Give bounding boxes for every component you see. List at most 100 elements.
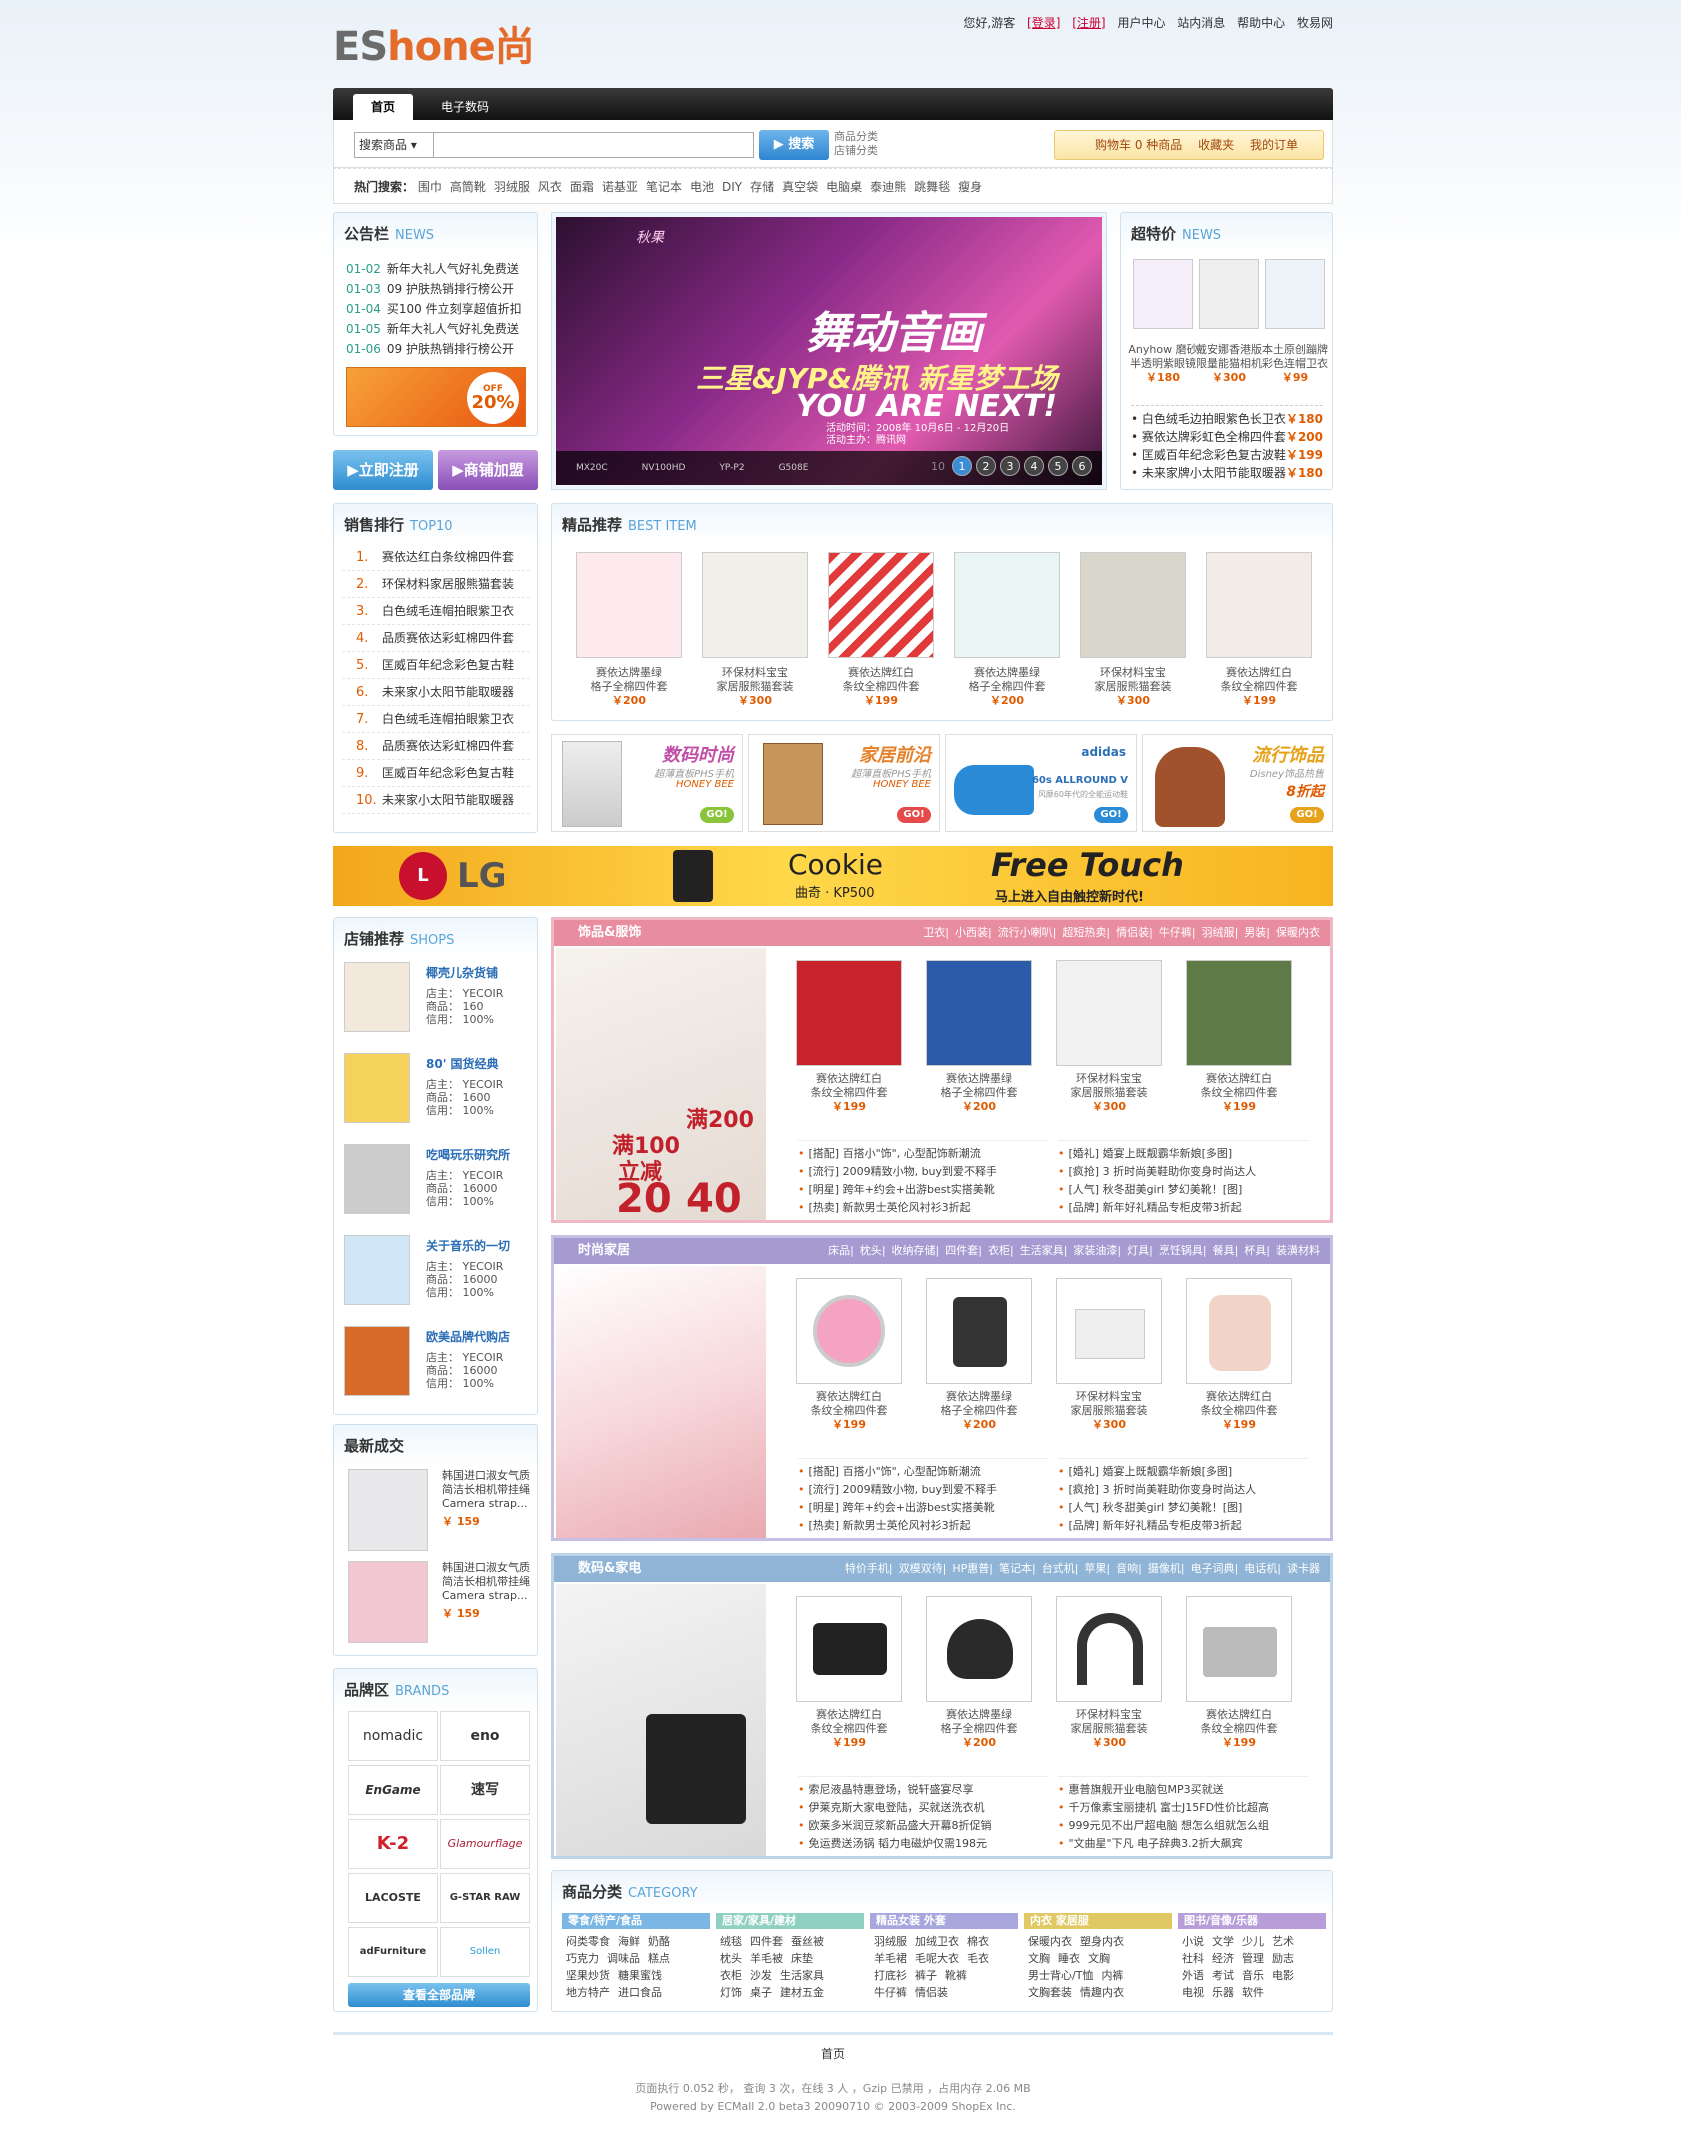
product-image[interactable] [702,552,808,658]
deal-item[interactable]: 韩国进口淑女气质简洁长相机带挂绳 Camera strap... ￥ 159 [442,1469,530,1529]
list-item[interactable]: [疯抢] 3 折时尚美鞋助你变身时尚达人 [1058,1163,1308,1181]
product-caption[interactable]: 赛依达牌红白 条纹全棉四件套 ￥199 [836,666,926,708]
list-item[interactable]: • 赛依达牌彩虹色全棉四件套 ￥200 [1131,428,1323,446]
user-center-link[interactable]: 用户中心 [1117,16,1165,30]
promo-box-home[interactable]: 家居前沿 超薄直板PHS手机 HONEY BEE GO! [748,734,940,832]
shop-card[interactable]: 吃喝玩乐研究所 店主： YECOIR 商品： 16000 信用： 100% [344,1144,530,1224]
product-caption[interactable]: 赛依达牌红白 条纹全棉四件套 ￥199 [804,1708,894,1750]
main-banner[interactable]: 秋果 舞动音画 三星&JYP&腾讯 新星梦工场 YOU ARE NEXT! 活动… [556,217,1102,485]
hot-term[interactable]: 风衣 [538,180,562,194]
goods-category-link[interactable]: 商品分类 [834,130,878,144]
list-item[interactable]: [热卖] 新款男士英伦风衬衫3折起 [798,1517,1048,1535]
product-caption[interactable]: 赛依达牌红白 条纹全棉四件套 ￥199 [1214,666,1304,708]
list-item[interactable]: 9. 匡威百年纪念彩色复古鞋 [342,760,530,787]
list-item[interactable]: 1. 赛依达红白条纹棉四件套 [342,544,530,571]
product-image[interactable] [1133,259,1193,329]
category-header[interactable]: 内衣 家居服 [1024,1913,1172,1929]
messages-link[interactable]: 站内消息 [1177,16,1225,30]
shop-card[interactable]: 椰壳儿杂货铺 店主： YECOIR 商品： 160 信用： 100% [344,962,530,1042]
list-item[interactable]: 免运费送汤锅 韬力电磁炉仅需198元 [798,1835,1048,1853]
section-link[interactable]: 双模双待 [899,1562,943,1575]
list-item[interactable]: 01-04 买100 件立刻享超值折扣 [346,299,531,319]
list-item[interactable]: • 未来家牌小太阳节能取暖器 ￥180 [1131,464,1323,482]
brand-logo[interactable]: nomadic [348,1711,438,1761]
section-link[interactable]: 笔记本 [999,1562,1032,1575]
section-link[interactable]: 保暖内衣 [1276,926,1320,939]
hot-term[interactable]: 跳舞毯 [914,180,950,194]
lg-ad-banner[interactable]: L LG Cookie 曲奇 · KP500 Free Touch 马上进入自由… [333,846,1333,906]
tab-electronics[interactable]: 电子数码 [423,94,507,120]
list-item[interactable]: [婚礼] 婚宴上既靓霸华新娘[多图] [1058,1145,1308,1163]
section-link[interactable]: 电子词典 [1191,1562,1235,1575]
hot-term[interactable]: 泰迪熊 [870,180,906,194]
section-link[interactable]: 收纳存储 [892,1244,936,1257]
section-link[interactable]: 读卡器 [1287,1562,1320,1575]
list-item[interactable]: [明星] 跨年+约会+出游best实搭美靴 [798,1181,1048,1199]
list-item[interactable]: [疯抢] 3 折时尚美鞋助你变身时尚达人 [1058,1481,1308,1499]
brand-logo[interactable]: EnGame [348,1765,438,1815]
section-link[interactable]: 苹果 [1084,1562,1106,1575]
page-dot[interactable]: 1 [952,456,972,476]
product-caption[interactable]: 赛依达牌红白 条纹全棉四件套 ￥199 [804,1390,894,1432]
list-item[interactable]: [品牌] 新年好礼精品专柜皮带3折起 [1058,1199,1308,1217]
product-image[interactable] [926,1278,1032,1384]
list-item[interactable]: 惠普旗舰开业电脑包MP3买就送 [1058,1781,1308,1799]
product-image[interactable] [828,552,934,658]
list-item[interactable]: 01-02 新年大礼人气好礼免费送 [346,259,531,279]
product-caption[interactable]: 环保材料宝宝 家居服熊猫套装 ￥300 [1064,1072,1154,1114]
product-caption[interactable]: 赛依达牌红白 条纹全棉四件套 ￥199 [1194,1390,1284,1432]
register-link[interactable]: [注册] [1072,16,1105,30]
product-caption[interactable]: 赛依达牌红白 条纹全棉四件套 ￥199 [804,1072,894,1114]
section-link[interactable]: 音响 [1116,1562,1138,1575]
product-image[interactable] [1206,552,1312,658]
product-caption[interactable]: 赛依达牌红白 条纹全棉四件套 ￥199 [1194,1708,1284,1750]
section-link[interactable]: 牛仔裤 [1159,926,1192,939]
fashion-promo-image[interactable]: 满100 满200 立减 20 40 [556,948,766,1220]
cart-link[interactable]: 购物车 0 种商品 [1095,138,1182,152]
list-item[interactable]: 10. 未来家小太阳节能取暖器 [342,787,530,814]
section-link[interactable]: 小西装 [955,926,988,939]
section-link[interactable]: 男装 [1244,926,1266,939]
product-caption[interactable]: 赛依达牌墨绿 格子全棉四件套 ￥200 [934,1390,1024,1432]
list-item[interactable]: 3. 白色绒毛连帽拍眼紫卫衣 [342,598,530,625]
search-input[interactable] [434,132,754,158]
section-link[interactable]: 装潢材料 [1276,1244,1320,1257]
list-item[interactable]: [搭配] 百搭小"饰", 心型配饰新潮流 [798,1145,1048,1163]
product-image[interactable] [1199,259,1259,329]
login-link[interactable]: [登录] [1027,16,1060,30]
section-link[interactable]: 枕头 [860,1244,882,1257]
product-image[interactable] [796,960,902,1066]
help-link[interactable]: 帮助中心 [1237,16,1285,30]
section-link[interactable]: 情侣装 [1116,926,1149,939]
go-button[interactable]: GO! [700,807,734,823]
product-image[interactable] [1186,1596,1292,1702]
promo-banner[interactable]: OFF 20% [346,367,526,427]
list-item[interactable]: 伊莱克斯大家电登陆，买就送洗衣机 [798,1799,1048,1817]
product-caption[interactable]: 赛依达牌墨绿 格子全棉四件套 ￥200 [934,1708,1024,1750]
product-caption[interactable]: 环保材料宝宝 家居服熊猫套装 ￥300 [1064,1390,1154,1432]
list-item[interactable]: • 匡威百年纪念彩色复古波鞋 ￥199 [1131,446,1323,464]
network-link[interactable]: 牧易网 [1297,16,1333,30]
list-item[interactable]: 01-06 09 护肤热销排行榜公开 [346,339,531,359]
section-link[interactable]: 摄像机 [1148,1562,1181,1575]
category-header[interactable]: 居家/家具/建材 [716,1913,864,1929]
page-dot[interactable]: 3 [1000,456,1020,476]
list-item[interactable]: [品牌] 新年好礼精品专柜皮带3折起 [1058,1517,1308,1535]
hot-term[interactable]: 笔记本 [646,180,682,194]
brand-logo[interactable]: 速写 [440,1765,530,1815]
product-caption[interactable]: 赛依达牌墨绿 格子全棉四件套 ￥200 [934,1072,1024,1114]
brand-logo[interactable]: Sollen [440,1927,530,1977]
product-caption[interactable]: 环保材料宝宝 家居服熊猫套装 ￥300 [710,666,800,708]
list-item[interactable]: [流行] 2009精致小物, buy到爱不释手 [798,1163,1048,1181]
favorites-link[interactable]: 收藏夹 [1198,138,1234,152]
product-image[interactable] [796,1596,902,1702]
footer-home-link[interactable]: 首页 [333,2045,1333,2062]
product-image[interactable] [926,960,1032,1066]
list-item[interactable]: 8. 品质赛依达彩虹棉四件套 [342,733,530,760]
hot-term[interactable]: DIY [722,180,742,194]
list-item[interactable]: [人气] 秋冬甜美girl 梦幻美靴！[图] [1058,1499,1308,1517]
page-dot[interactable]: 2 [976,456,996,476]
list-item[interactable]: [人气] 秋冬甜美girl 梦幻美靴！[图] [1058,1181,1308,1199]
hot-term[interactable]: 围巾 [418,180,442,194]
promo-box-shoes[interactable]: adidas 60s ALLROUND V 风靡60年代的全能运动鞋 GO! [945,734,1137,832]
